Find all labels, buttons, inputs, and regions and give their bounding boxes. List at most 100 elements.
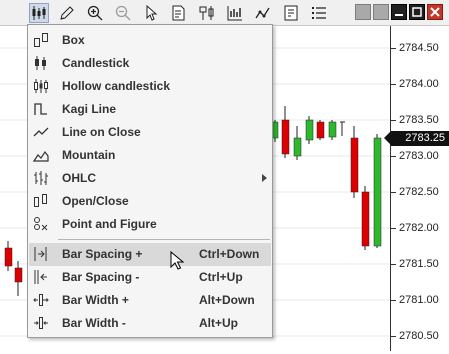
instruments-list-icon [311,5,327,21]
point-and-figure-icon [33,216,49,232]
candlestick-icon [33,55,49,71]
close-button[interactable] [427,4,443,20]
submenu-arrow-icon [262,174,267,182]
tick-label: 2781.00 [399,294,439,306]
properties-icon [171,5,187,21]
kagi-line-icon [33,101,49,117]
menu-item-open-close[interactable]: Open/Close [29,190,271,213]
candle [351,126,358,198]
menu-item-shortcut: Ctrl+Up [199,270,243,284]
chart-style-icon [31,5,47,21]
tick-mark [391,264,396,265]
bar-spacing-decrease-icon [33,269,49,285]
line-on-close-icon [33,124,49,140]
menu-item-hollow-candlestick[interactable]: Hollow candlestick [29,75,271,98]
indicators-button[interactable] [225,3,245,23]
menu-item-point-and-figure[interactable]: Point and Figure [29,213,271,236]
candle [374,134,381,248]
chart-style-menu: Box Candlestick Hollow candlestick Kagi … [27,24,273,338]
menu-item-bar-spacing-decrease[interactable]: Bar Spacing - Ctrl+Up [29,266,271,289]
menu-item-label: Line on Close [62,125,141,139]
open-close-icon [33,193,49,209]
bar-width-decrease-icon [33,315,49,331]
menu-item-label: Bar Spacing - [62,270,139,284]
menu-separator [58,239,270,240]
templates-button[interactable] [281,3,301,23]
current-price-marker: 2783.25 [391,131,449,146]
tick-label: 2783.00 [399,150,439,162]
price-axis[interactable]: 2784.50 2784.00 2783.50 2783.00 2782.50 … [390,26,449,351]
templates-icon [283,5,299,21]
mountain-icon [33,147,49,163]
menu-item-bar-spacing-increase[interactable]: Bar Spacing + Ctrl+Down [29,243,271,266]
zoom-out-button[interactable] [113,3,133,23]
data-box-button[interactable] [197,3,217,23]
tick-mark [391,48,396,49]
zoom-in-button[interactable] [85,3,105,23]
tick-label: 2782.50 [399,186,439,198]
menu-item-label: Box [62,33,85,47]
tick-mark [391,336,396,337]
menu-item-label: Bar Width - [62,316,126,330]
hollow-candlestick-icon [33,78,49,94]
box-icon [33,32,49,48]
mouse-cursor-icon [170,251,184,271]
menu-item-label: Open/Close [62,194,129,208]
chart-toolbar [0,0,449,26]
strategies-button[interactable] [253,3,273,23]
tick-label: 2780.50 [399,330,439,342]
window-option-button-2[interactable] [373,4,389,20]
tick-mark [391,156,396,157]
menu-item-label: Kagi Line [62,102,116,116]
maximize-icon [410,5,424,19]
bar-spacing-increase-icon [33,246,49,262]
window-option-button[interactable] [355,4,371,20]
close-icon [428,5,442,19]
menu-item-kagi-line[interactable]: Kagi Line [29,98,271,121]
ohlc-icon [33,170,49,186]
draw-button[interactable] [57,3,77,23]
menu-item-label: Hollow candlestick [62,79,170,93]
menu-item-shortcut: Alt+Down [199,293,255,307]
tick-mark [391,120,396,121]
menu-item-label: Bar Width + [62,293,129,307]
draw-pencil-icon [59,5,75,21]
tick-mark [391,228,396,229]
tick-mark [391,192,396,193]
menu-item-label: Mountain [62,148,115,162]
chart-style-button[interactable] [29,3,49,23]
menu-item-shortcut: Alt+Up [199,316,238,330]
menu-item-box[interactable]: Box [29,29,271,52]
menu-item-label: Bar Spacing + [62,247,142,261]
menu-item-bar-width-increase[interactable]: Bar Width + Alt+Down [29,289,271,312]
tick-label: 2784.50 [399,42,439,54]
menu-item-ohlc[interactable]: OHLC [29,167,271,190]
instruments-list-button[interactable] [309,3,329,23]
tick-label: 2781.50 [399,258,439,270]
tick-label: 2784.00 [399,78,439,90]
candle [306,116,313,144]
minimize-icon [392,5,406,19]
candle [340,122,345,136]
zoom-out-icon [115,5,131,21]
properties-button[interactable] [169,3,189,23]
menu-item-candlestick[interactable]: Candlestick [29,52,271,75]
candle [282,106,289,158]
bar-width-increase-icon [33,292,49,308]
menu-item-label: Candlestick [62,56,129,70]
menu-item-mountain[interactable]: Mountain [29,144,271,167]
candle [5,241,12,271]
select-pointer-icon [143,5,159,21]
candle [329,120,336,140]
select-button[interactable] [141,3,161,23]
tick-mark [391,300,396,301]
menu-item-bar-width-decrease[interactable]: Bar Width - Alt+Up [29,312,271,335]
tick-label: 2783.50 [399,114,439,126]
minimize-button[interactable] [391,4,407,20]
menu-item-shortcut: Ctrl+Down [199,247,259,261]
menu-item-label: Point and Figure [62,217,157,231]
candle [294,126,301,160]
indicators-icon [227,5,243,21]
maximize-button[interactable] [409,4,425,20]
menu-item-line-on-close[interactable]: Line on Close [29,121,271,144]
